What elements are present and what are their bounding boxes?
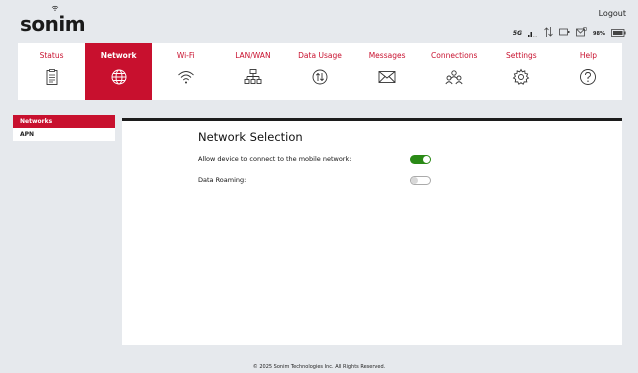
battery-icon	[611, 29, 626, 37]
device-icon	[559, 28, 570, 36]
message-status-icon	[576, 27, 588, 37]
nav-status[interactable]: Status	[18, 43, 85, 100]
sidebar: Networks APN	[13, 115, 115, 141]
nav-label: Connections	[431, 51, 478, 60]
logo-text: sonim	[20, 12, 86, 36]
nav-wifi[interactable]: Wi-Fi	[152, 43, 219, 100]
nav-label: LAN/WAN	[235, 51, 271, 60]
users-icon	[445, 70, 463, 85]
toggle-knob	[411, 177, 418, 184]
nav-messages[interactable]: Messages	[354, 43, 421, 100]
data-roaming-toggle[interactable]	[410, 176, 431, 185]
signal-icon	[528, 32, 538, 37]
globe-icon	[111, 69, 127, 85]
clipboard-icon	[46, 69, 57, 85]
sidebar-item-networks[interactable]: Networks	[13, 115, 115, 128]
page-title: Network Selection	[198, 130, 303, 144]
nav-lan-wan[interactable]: LAN/WAN	[219, 43, 286, 100]
gear-icon	[513, 68, 530, 85]
battery-percent: 98%	[593, 31, 605, 37]
toggle-knob	[423, 156, 430, 163]
nav-label: Help	[579, 51, 597, 60]
logout-link[interactable]: Logout	[599, 9, 626, 18]
network-selection-panel: Network Selection Allow device to connec…	[122, 118, 622, 345]
allow-connect-toggle[interactable]	[410, 155, 431, 164]
nav-label: Settings	[505, 51, 537, 60]
sidebar-item-apn[interactable]: APN	[13, 128, 115, 141]
nav-data-usage[interactable]: Data Usage	[286, 43, 353, 100]
main-nav: Status Network Wi-Fi LAN/WAN Data Usage …	[18, 43, 622, 100]
lan-icon	[244, 69, 262, 84]
nav-network[interactable]: Network	[85, 43, 153, 100]
nav-settings[interactable]: Settings	[488, 43, 555, 100]
envelope-icon	[378, 71, 396, 83]
nav-label: Network	[100, 51, 137, 60]
data-usage-icon	[312, 69, 328, 85]
logo-wifi-icon	[51, 5, 59, 11]
sonim-logo: sonim	[20, 5, 86, 36]
wifi-icon	[177, 71, 194, 84]
nav-connections[interactable]: Connections	[421, 43, 488, 100]
data-transfer-icon	[544, 27, 553, 37]
status-bar: 5G 98%	[513, 27, 626, 37]
nav-label: Status	[39, 51, 64, 60]
nav-help[interactable]: Help	[555, 43, 622, 100]
nav-label: Messages	[368, 51, 406, 60]
footer-copyright: © 2025 Sonim Technologies Inc. All Right…	[252, 364, 386, 370]
network-type: 5G	[512, 30, 523, 37]
help-icon	[580, 69, 597, 85]
nav-label: Data Usage	[298, 51, 342, 60]
nav-label: Wi-Fi	[176, 51, 195, 60]
